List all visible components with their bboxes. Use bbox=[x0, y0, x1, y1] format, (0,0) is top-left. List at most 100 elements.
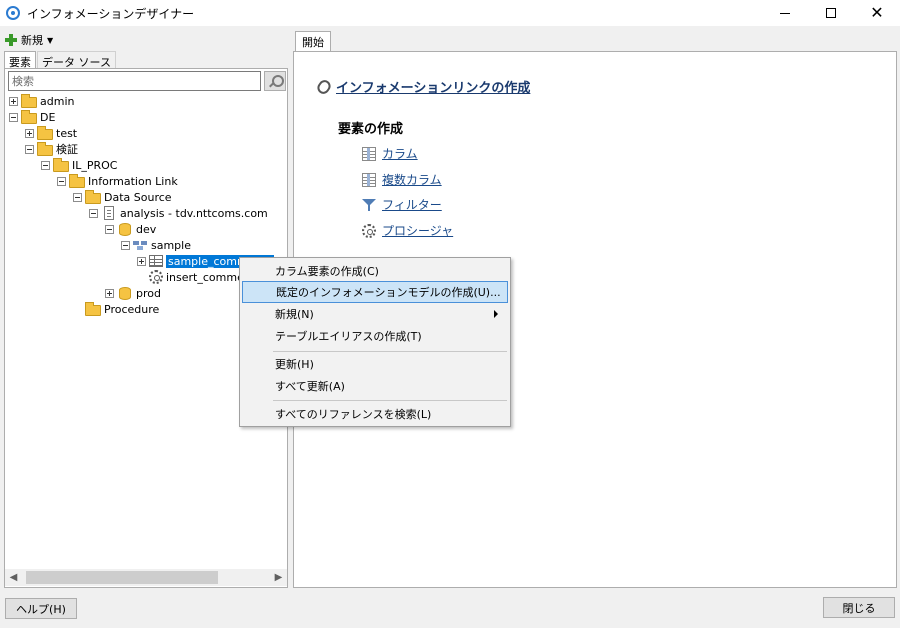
close-icon: ✕ bbox=[870, 3, 884, 22]
tree-node-kensho[interactable]: 検証 bbox=[25, 141, 78, 157]
folder-icon bbox=[85, 189, 101, 204]
horizontal-scrollbar[interactable]: ◀ ▶ bbox=[5, 569, 287, 586]
window-controls: ✕ bbox=[762, 0, 900, 26]
column-icon bbox=[362, 146, 376, 161]
tab-data-source[interactable]: データ ソース bbox=[37, 51, 116, 69]
tree-node-procedure[interactable]: Procedure bbox=[73, 301, 159, 317]
tree-node-label: dev bbox=[136, 222, 157, 236]
menu-item-label: テーブルエイリアスの作成(T) bbox=[275, 330, 422, 343]
close-window-button[interactable]: ✕ bbox=[854, 0, 900, 26]
minimize-icon bbox=[780, 12, 790, 14]
create-column-link[interactable]: カラム bbox=[362, 145, 418, 162]
folder-icon bbox=[37, 125, 53, 140]
tree-node-prod[interactable]: prod bbox=[105, 285, 161, 301]
tree-node-analysis[interactable]: analysis - tdv.nttcoms.com bbox=[89, 205, 268, 221]
collapse-icon[interactable] bbox=[105, 224, 114, 234]
collapse-icon[interactable] bbox=[41, 160, 50, 170]
filter-icon bbox=[362, 198, 376, 212]
database-icon bbox=[119, 222, 131, 236]
tab-elements[interactable]: 要素 bbox=[4, 51, 36, 69]
tree-node-test[interactable]: test bbox=[25, 125, 77, 141]
create-multi-column-link[interactable]: 複数カラム bbox=[362, 171, 442, 188]
window-title: インフォメーションデザイナー bbox=[27, 6, 195, 21]
table-icon bbox=[149, 255, 163, 267]
create-procedure-label: プロシージャ bbox=[382, 224, 454, 238]
help-button[interactable]: ヘルプ(H) bbox=[5, 598, 77, 619]
tree-node-il-proc[interactable]: IL_PROC bbox=[41, 157, 118, 173]
tab-start[interactable]: 開始 bbox=[295, 31, 331, 51]
tree-node-sample[interactable]: sample bbox=[121, 237, 191, 253]
left-panel-tabs: 要素 データ ソース bbox=[4, 51, 116, 69]
scroll-thumb[interactable] bbox=[26, 571, 218, 584]
create-column-label: カラム bbox=[382, 147, 418, 161]
create-multi-column-label: 複数カラム bbox=[382, 173, 442, 187]
collapse-icon[interactable] bbox=[73, 192, 82, 202]
scroll-track[interactable] bbox=[22, 570, 270, 585]
tree-node-label: prod bbox=[136, 286, 161, 300]
menu-item-find-all-references[interactable]: すべてのリファレンスを検索(L) bbox=[242, 403, 508, 425]
expand-icon[interactable] bbox=[105, 288, 114, 298]
chevron-down-icon[interactable]: ▼ bbox=[47, 36, 53, 45]
menu-item-label: カラム要素の作成(C) bbox=[275, 265, 379, 278]
create-procedure-link[interactable]: プロシージャ bbox=[362, 222, 453, 239]
menu-item-label: 更新(H) bbox=[275, 358, 314, 371]
menu-item-new[interactable]: 新規(N) bbox=[242, 303, 508, 325]
tree-node-label: admin bbox=[40, 94, 75, 108]
menu-item-create-default-info-model[interactable]: 既定のインフォメーションモデルの作成(U)... bbox=[242, 281, 508, 303]
tree-node-information-link[interactable]: Information Link bbox=[57, 173, 178, 189]
menu-item-create-column-element[interactable]: カラム要素の作成(C) bbox=[242, 260, 508, 282]
menu-item-refresh[interactable]: 更新(H) bbox=[242, 353, 508, 375]
datasource-icon bbox=[104, 206, 114, 220]
collapse-icon[interactable] bbox=[57, 176, 66, 186]
app-logo-icon bbox=[6, 6, 20, 20]
tree-node-label: DE bbox=[40, 110, 56, 124]
tree-node-label: 検証 bbox=[56, 143, 78, 156]
tree-node-label: analysis - tdv.nttcoms.com bbox=[120, 206, 268, 220]
new-button[interactable]: 新規 ▼ bbox=[4, 31, 53, 49]
new-button-label: 新規 bbox=[21, 34, 43, 47]
collapse-icon[interactable] bbox=[89, 208, 98, 218]
database-icon bbox=[119, 286, 131, 300]
folder-icon bbox=[21, 93, 37, 108]
close-button[interactable]: 閉じる bbox=[823, 597, 895, 618]
folder-icon bbox=[21, 109, 37, 124]
expand-icon[interactable] bbox=[9, 96, 18, 106]
create-filter-link[interactable]: フィルター bbox=[362, 196, 442, 213]
folder-icon bbox=[69, 173, 85, 188]
procedure-icon bbox=[149, 270, 163, 284]
procedure-icon bbox=[362, 223, 376, 238]
menu-item-label: すべて更新(A) bbox=[275, 380, 345, 393]
folder-icon bbox=[53, 157, 69, 172]
create-information-link[interactable]: インフォメーションリンクの作成 bbox=[315, 77, 530, 96]
minimize-button[interactable] bbox=[762, 0, 808, 26]
tree-node-de[interactable]: DE bbox=[9, 109, 55, 125]
scroll-left-icon[interactable]: ◀ bbox=[5, 569, 22, 586]
tree-node-label: Procedure bbox=[104, 302, 160, 316]
search-button[interactable] bbox=[264, 71, 286, 91]
search-bar bbox=[8, 71, 286, 91]
menu-item-label: すべてのリファレンスを検索(L) bbox=[275, 408, 432, 421]
expand-icon[interactable] bbox=[25, 128, 34, 138]
create-elements-heading: 要素の作成 bbox=[338, 122, 404, 137]
maximize-icon bbox=[826, 8, 836, 18]
tree-node-dev[interactable]: dev bbox=[105, 221, 156, 237]
scroll-right-icon[interactable]: ▶ bbox=[270, 569, 287, 586]
tree-node-data-source[interactable]: Data Source bbox=[73, 189, 172, 205]
collapse-icon[interactable] bbox=[121, 240, 130, 250]
tree-node-admin[interactable]: admin bbox=[9, 93, 74, 109]
search-input[interactable] bbox=[8, 71, 261, 91]
multi-column-icon bbox=[362, 172, 376, 187]
maximize-button[interactable] bbox=[808, 0, 854, 26]
menu-item-refresh-all[interactable]: すべて更新(A) bbox=[242, 375, 508, 397]
submenu-arrow-icon bbox=[494, 310, 498, 318]
menu-item-create-table-alias[interactable]: テーブルエイリアスの作成(T) bbox=[242, 325, 508, 347]
tree-node-label: Information Link bbox=[88, 174, 178, 188]
collapse-icon[interactable] bbox=[9, 112, 18, 122]
search-icon bbox=[269, 75, 284, 87]
tree-node-insert-comment[interactable]: insert_comment bbox=[137, 269, 255, 285]
expand-icon[interactable] bbox=[137, 256, 146, 266]
collapse-icon[interactable] bbox=[25, 144, 34, 154]
tree-node-label: Data Source bbox=[104, 190, 172, 204]
tree-node-label: test bbox=[56, 126, 78, 140]
